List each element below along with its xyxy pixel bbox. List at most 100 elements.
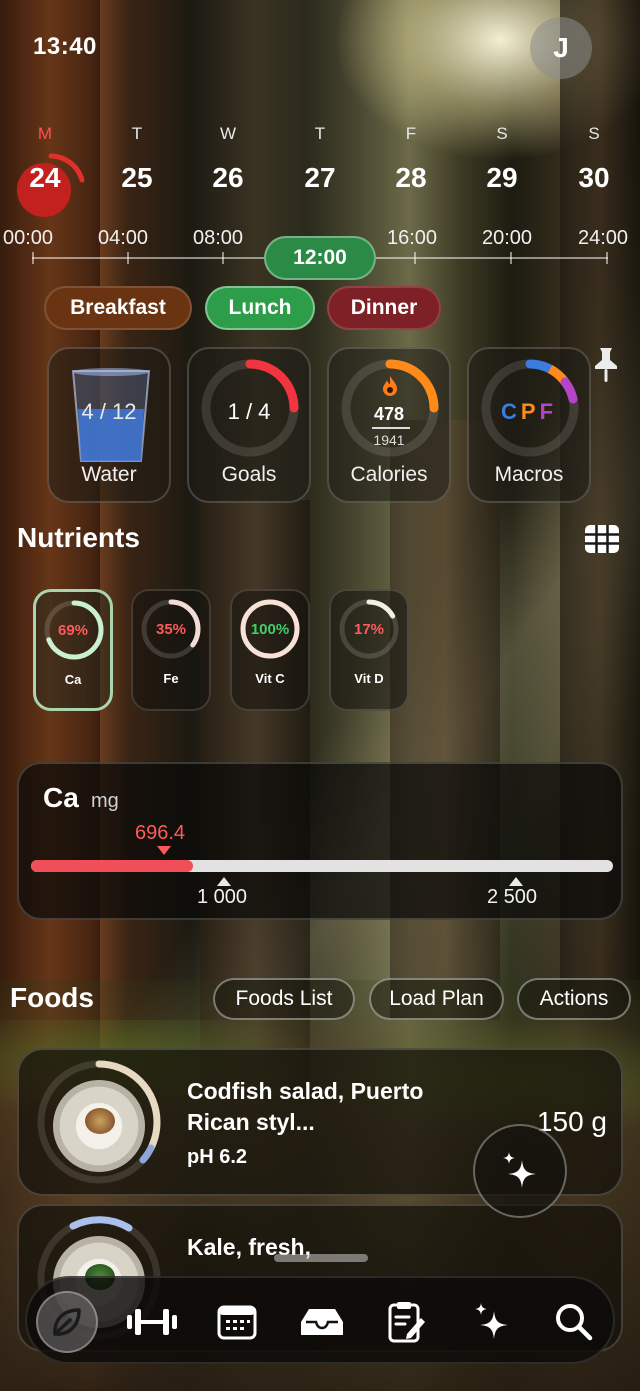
- day-letter: M: [37, 124, 53, 143]
- water-label: Water: [81, 463, 137, 486]
- nutrient-vit-d[interactable]: 17% Vit D: [329, 589, 409, 711]
- day-thu[interactable]: T 27: [288, 124, 352, 194]
- detail-value: 696.4: [135, 822, 186, 844]
- tab-foods[interactable]: [36, 1291, 98, 1353]
- clipboard-edit-icon: [388, 1302, 425, 1343]
- nutrient-name: Fe: [163, 671, 179, 686]
- timeline-tick: [32, 252, 34, 264]
- calories-value: 478: [373, 404, 405, 424]
- water-value: 4 / 12: [81, 399, 137, 424]
- nutrient-fe[interactable]: 35% Fe: [131, 589, 211, 711]
- meal-lunch-button[interactable]: Lunch: [205, 286, 315, 330]
- nutrient-percent: 69%: [57, 622, 89, 639]
- nutrient-detail-panel: Ca mg 696.4 1 000 2 500: [17, 762, 623, 920]
- macros-card[interactable]: CPF Macros: [467, 347, 591, 503]
- time-label: 24:00: [578, 227, 629, 249]
- foods-heading: Foods: [10, 982, 94, 1013]
- threshold-label: 1 000: [197, 886, 248, 908]
- detail-progress-track: [31, 860, 613, 872]
- macro-carbs: C: [500, 399, 521, 424]
- sparkles-icon: [475, 1303, 508, 1339]
- ai-assist-button[interactable]: [473, 1124, 567, 1218]
- day-letter: T: [314, 124, 326, 143]
- detail-value-marker: [157, 846, 171, 855]
- day-number: 30: [578, 162, 610, 193]
- actions-button[interactable]: Actions: [517, 978, 631, 1020]
- food-ph: pH 6.2: [187, 1146, 248, 1168]
- meal-dinner-button[interactable]: Dinner: [327, 286, 441, 330]
- dumbbell-icon: [127, 1309, 177, 1335]
- day-number: 29: [486, 162, 518, 193]
- inbox-icon: [301, 1309, 343, 1335]
- day-letter: S: [496, 124, 508, 143]
- day-sun[interactable]: S 30: [562, 124, 626, 194]
- pin-icon[interactable]: [592, 346, 620, 384]
- day-number: 24: [29, 162, 61, 193]
- macros-letters: CPF: [469, 399, 589, 425]
- time-label: 20:00: [482, 227, 533, 249]
- day-tue[interactable]: T 25: [105, 124, 169, 194]
- nutrient-percent: 100%: [250, 621, 290, 638]
- nutrient-vit-c[interactable]: 100% Vit C: [230, 589, 310, 711]
- current-time-handle[interactable]: 12:00: [264, 236, 376, 280]
- tab-inbox[interactable]: [291, 1291, 353, 1353]
- timeline-tick: [606, 252, 608, 264]
- nutrient-name: Ca: [64, 672, 82, 687]
- calendar-icon: [217, 1305, 257, 1340]
- nutrient-name: Vit C: [255, 671, 285, 686]
- tab-ai[interactable]: [461, 1291, 523, 1353]
- calories-target: 1941: [373, 432, 405, 448]
- day-wed[interactable]: W 26: [196, 124, 260, 194]
- tab-calendar[interactable]: [206, 1291, 268, 1353]
- calories-label: Calories: [350, 463, 428, 486]
- tab-workouts[interactable]: [121, 1291, 183, 1353]
- nutrient-percent: 17%: [353, 621, 385, 638]
- status-time: 13:40: [33, 33, 97, 60]
- goals-label: Goals: [221, 463, 277, 486]
- foods-list-button[interactable]: Foods List: [213, 978, 355, 1020]
- meal-breakfast-button[interactable]: Breakfast: [44, 286, 192, 330]
- calories-divider: [372, 427, 410, 429]
- profile-avatar[interactable]: J: [530, 17, 592, 79]
- sparkles-icon: [503, 1152, 536, 1188]
- tab-search[interactable]: [543, 1291, 605, 1353]
- nutrient-percent: 35%: [155, 621, 187, 638]
- time-label: 08:00: [193, 227, 244, 249]
- goals-value: 1 / 4: [227, 399, 271, 424]
- tab-journal[interactable]: [376, 1291, 438, 1353]
- timeline-tick: [222, 252, 224, 264]
- day-sat[interactable]: S 29: [470, 124, 534, 194]
- time-label: 04:00: [98, 227, 149, 249]
- leaf-icon: [53, 1308, 81, 1336]
- detail-unit: mg: [91, 790, 119, 812]
- calories-card[interactable]: 478 1941 Calories: [327, 347, 451, 503]
- macro-fat: F: [539, 399, 558, 424]
- search-icon: [556, 1304, 593, 1341]
- nutrient-name: Vit D: [354, 671, 384, 686]
- threshold-label: 2 500: [487, 886, 538, 908]
- grid-view-icon[interactable]: [584, 524, 620, 554]
- detail-progress-fill: [31, 860, 194, 872]
- timeline-tick: [510, 252, 512, 264]
- food-name: Codfish salad, Puerto Rican styl...: [187, 1078, 424, 1135]
- goals-card[interactable]: 1 / 4 Goals: [187, 347, 311, 503]
- food-image: [53, 1080, 145, 1172]
- nutrient-ca[interactable]: 69% Ca: [33, 589, 113, 711]
- day-number: 25: [121, 162, 153, 193]
- timeline-tick: [414, 252, 416, 264]
- flame-icon: [383, 376, 397, 396]
- load-plan-button[interactable]: Load Plan: [369, 978, 504, 1020]
- sheet-drag-handle[interactable]: [274, 1254, 368, 1262]
- day-mon[interactable]: M 24: [13, 124, 77, 194]
- time-label: 00:00: [3, 227, 54, 249]
- day-letter: F: [405, 124, 417, 143]
- day-number: 27: [304, 162, 336, 193]
- day-fri[interactable]: F 28: [379, 124, 443, 194]
- day-number: 26: [212, 162, 244, 193]
- macros-label: Macros: [494, 463, 564, 486]
- day-letter: W: [219, 124, 237, 143]
- water-card[interactable]: 4 / 12 Water: [47, 347, 171, 503]
- nutrients-heading: Nutrients: [17, 522, 140, 553]
- time-label: 16:00: [387, 227, 438, 249]
- day-number: 28: [395, 162, 427, 193]
